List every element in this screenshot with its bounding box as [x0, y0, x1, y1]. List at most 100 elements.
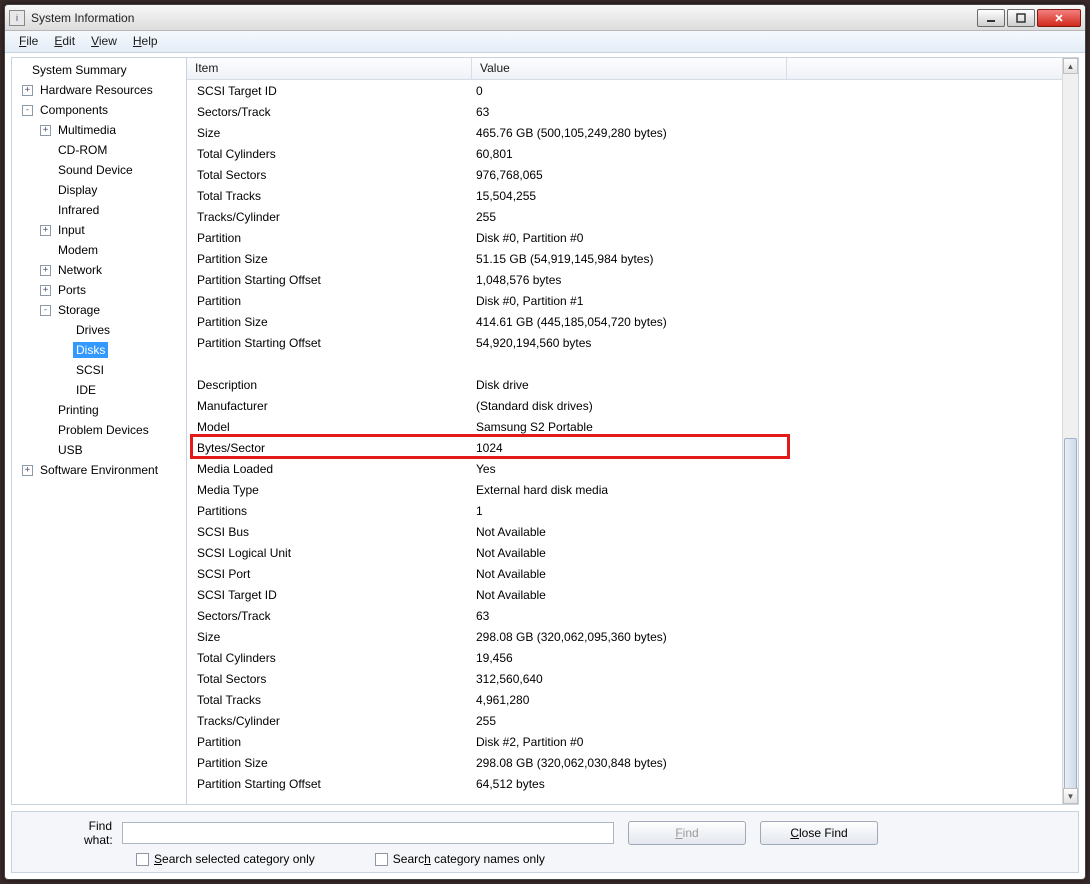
expand-icon[interactable]: + — [40, 265, 51, 276]
find-input[interactable] — [122, 822, 614, 844]
list-row[interactable]: Total Tracks15,504,255 — [187, 185, 1062, 206]
list-row[interactable]: Media TypeExternal hard disk media — [187, 479, 1062, 500]
menu-help[interactable]: Help — [125, 31, 166, 52]
list-row[interactable]: Partitions1 — [187, 500, 1062, 521]
list-row[interactable]: Tracks/Cylinder255 — [187, 206, 1062, 227]
column-value[interactable]: Value — [472, 58, 787, 79]
find-button[interactable]: Find — [628, 821, 746, 845]
list-row[interactable]: Total Sectors312,560,640 — [187, 668, 1062, 689]
tree-multimedia[interactable]: +Multimedia — [12, 120, 186, 140]
expand-icon[interactable]: + — [40, 285, 51, 296]
list-row[interactable]: PartitionDisk #0, Partition #1 — [187, 290, 1062, 311]
expand-icon[interactable]: + — [40, 125, 51, 136]
cell-item: Partition — [187, 231, 472, 245]
list-row[interactable]: Total Cylinders19,456 — [187, 647, 1062, 668]
tree-ide[interactable]: IDE — [12, 380, 186, 400]
cell-item: Bytes/Sector — [187, 441, 472, 455]
cell-item: Partitions — [187, 504, 472, 518]
list-row[interactable]: Bytes/Sector1024 — [187, 437, 1062, 458]
tree-ports[interactable]: +Ports — [12, 280, 186, 300]
checkbox-search-selected[interactable] — [136, 853, 149, 866]
list-row[interactable]: Partition Starting Offset54,920,194,560 … — [187, 332, 1062, 353]
list-row[interactable]: SCSI Target ID0 — [187, 80, 1062, 101]
list-row[interactable]: Size298.08 GB (320,062,095,360 bytes) — [187, 626, 1062, 647]
cell-value: Disk #0, Partition #0 — [472, 231, 1062, 245]
minimize-button[interactable] — [977, 9, 1005, 27]
tree-usb[interactable]: USB — [12, 440, 186, 460]
list-row[interactable]: Sectors/Track63 — [187, 101, 1062, 122]
list-row[interactable]: Manufacturer(Standard disk drives) — [187, 395, 1062, 416]
scroll-up-arrow-icon[interactable]: ▲ — [1063, 58, 1078, 74]
tree-modem[interactable]: Modem — [12, 240, 186, 260]
tree-components[interactable]: -Components — [12, 100, 186, 120]
expand-icon[interactable]: + — [40, 225, 51, 236]
cell-value: 976,768,065 — [472, 168, 1062, 182]
tree-scsi[interactable]: SCSI — [12, 360, 186, 380]
tree-sound-device[interactable]: Sound Device — [12, 160, 186, 180]
list-row[interactable]: Total Sectors976,768,065 — [187, 164, 1062, 185]
list-row[interactable]: Sectors/Track63 — [187, 605, 1062, 626]
cell-item: SCSI Target ID — [187, 588, 472, 602]
cell-item: Model — [187, 420, 472, 434]
cell-item: Partition Starting Offset — [187, 777, 472, 791]
scroll-down-arrow-icon[interactable]: ▼ — [1063, 788, 1078, 804]
expand-icon[interactable]: + — [22, 85, 33, 96]
tree-hardware-resources[interactable]: +Hardware Resources — [12, 80, 186, 100]
menu-file[interactable]: File — [11, 31, 46, 52]
cell-value: 414.61 GB (445,185,054,720 bytes) — [472, 315, 1062, 329]
list-body[interactable]: SCSI Target ID0Sectors/Track63Size465.76… — [187, 80, 1062, 804]
tree-disks[interactable]: Disks — [12, 340, 186, 360]
tree-drives[interactable]: Drives — [12, 320, 186, 340]
tree-cdrom[interactable]: CD-ROM — [12, 140, 186, 160]
column-item[interactable]: Item — [187, 58, 472, 79]
cell-item: Partition Size — [187, 756, 472, 770]
cell-item: Partition Size — [187, 315, 472, 329]
tree-problem-devices[interactable]: Problem Devices — [12, 420, 186, 440]
list-row[interactable]: SCSI BusNot Available — [187, 521, 1062, 542]
list-row[interactable]: PartitionDisk #0, Partition #0 — [187, 227, 1062, 248]
list-row[interactable]: Total Cylinders60,801 — [187, 143, 1062, 164]
details-list: Item Value SCSI Target ID0Sectors/Track6… — [187, 58, 1078, 804]
expand-icon[interactable]: + — [22, 465, 33, 476]
cell-item: Size — [187, 630, 472, 644]
tree-display[interactable]: Display — [12, 180, 186, 200]
list-row[interactable]: Partition Size298.08 GB (320,062,030,848… — [187, 752, 1062, 773]
list-row[interactable]: Media LoadedYes — [187, 458, 1062, 479]
cell-item: SCSI Port — [187, 567, 472, 581]
collapse-icon[interactable]: - — [22, 105, 33, 116]
list-row[interactable]: DescriptionDisk drive — [187, 374, 1062, 395]
tree-system-summary[interactable]: System Summary — [12, 60, 186, 80]
list-row[interactable]: Size465.76 GB (500,105,249,280 bytes) — [187, 122, 1062, 143]
tree-software-environment[interactable]: +Software Environment — [12, 460, 186, 480]
tree-infrared[interactable]: Infrared — [12, 200, 186, 220]
tree-printing[interactable]: Printing — [12, 400, 186, 420]
checkbox-search-names[interactable] — [375, 853, 388, 866]
list-row[interactable]: Partition Size51.15 GB (54,919,145,984 b… — [187, 248, 1062, 269]
list-row[interactable]: Partition Starting Offset1,048,576 bytes — [187, 269, 1062, 290]
list-row[interactable]: PartitionDisk #2, Partition #0 — [187, 731, 1062, 752]
close-button[interactable] — [1037, 9, 1081, 27]
vertical-scrollbar[interactable]: ▲ ▼ — [1062, 58, 1078, 804]
column-extra[interactable] — [787, 58, 1078, 79]
tree-storage[interactable]: -Storage — [12, 300, 186, 320]
list-row[interactable]: SCSI PortNot Available — [187, 563, 1062, 584]
close-find-button[interactable]: Close Find — [760, 821, 878, 845]
list-row[interactable]: Partition Starting Offset64,512 bytes — [187, 773, 1062, 794]
list-row[interactable]: Tracks/Cylinder255 — [187, 710, 1062, 731]
list-row[interactable]: SCSI Target IDNot Available — [187, 584, 1062, 605]
category-tree[interactable]: System Summary +Hardware Resources -Comp… — [12, 58, 187, 804]
tree-network[interactable]: +Network — [12, 260, 186, 280]
scroll-thumb[interactable] — [1064, 438, 1077, 798]
menu-view[interactable]: View — [83, 31, 125, 52]
list-row[interactable]: SCSI Logical UnitNot Available — [187, 542, 1062, 563]
tree-input[interactable]: +Input — [12, 220, 186, 240]
list-row[interactable]: ModelSamsung S2 Portable — [187, 416, 1062, 437]
list-row[interactable] — [187, 353, 1062, 374]
maximize-button[interactable] — [1007, 9, 1035, 27]
list-row[interactable]: Total Tracks4,961,280 — [187, 689, 1062, 710]
list-row[interactable]: Partition Size414.61 GB (445,185,054,720… — [187, 311, 1062, 332]
menu-edit[interactable]: Edit — [46, 31, 83, 52]
titlebar[interactable]: i System Information — [5, 5, 1085, 31]
collapse-icon[interactable]: - — [40, 305, 51, 316]
cell-value: 54,920,194,560 bytes — [472, 336, 1062, 350]
